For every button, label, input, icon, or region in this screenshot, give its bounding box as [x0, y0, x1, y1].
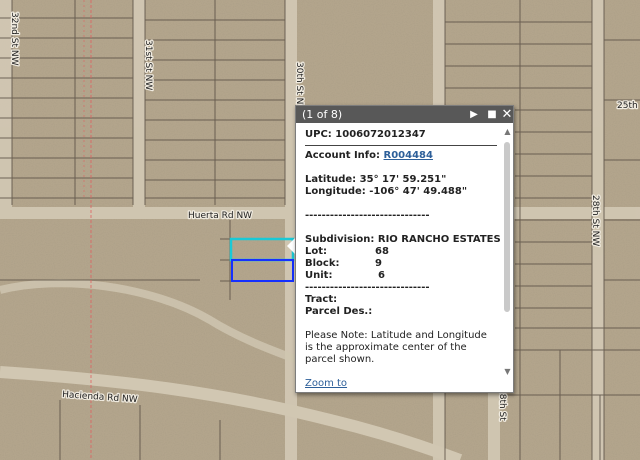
- latitude-row: Latitude: 35° 17' 59.251": [305, 174, 501, 186]
- unit-value: 6: [378, 270, 385, 281]
- block-row: Block: 9: [305, 258, 501, 270]
- upc-label: UPC:: [305, 129, 332, 140]
- street-label-28th: 28th St NW: [590, 195, 600, 246]
- lot-label: Lot:: [305, 246, 328, 257]
- street-label-31st: 31st St NW: [143, 40, 153, 90]
- subdivision-row: Subdivision: RIO RANCHO ESTATES: [305, 234, 501, 246]
- zoom-to-link[interactable]: Zoom to: [305, 378, 501, 390]
- block-value: 9: [375, 258, 382, 269]
- scroll-thumb[interactable]: [504, 142, 510, 312]
- scroll-up-icon[interactable]: ▲: [502, 127, 513, 136]
- maximize-icon[interactable]: ■: [485, 106, 499, 123]
- divider-text: ------------------------------: [305, 210, 430, 221]
- scroll-down-icon[interactable]: ▼: [502, 367, 513, 376]
- parcel-des-row: Parcel Des.:: [305, 306, 373, 317]
- next-result-icon[interactable]: ▶: [467, 106, 481, 123]
- unit-label: Unit:: [305, 270, 333, 281]
- popup-content: UPC: 1006072012347 Account Info: R004484…: [296, 123, 501, 392]
- account-link[interactable]: R004484: [384, 150, 433, 161]
- subdivision-value: RIO RANCHO ESTATES: [377, 234, 501, 245]
- tract-row: Tract:: [305, 294, 338, 305]
- street-label-25th: 25th: [617, 101, 638, 111]
- unit-row: Unit: 6: [305, 270, 501, 282]
- upc-value: 1006072012347: [335, 129, 426, 140]
- latitude-value: 35° 17' 59.251": [359, 174, 447, 185]
- street-label-huerta: Huerta Rd NW: [188, 211, 252, 221]
- popup-scrollbar[interactable]: ▲ ▼: [502, 123, 513, 392]
- upc-row: UPC: 1006072012347: [305, 129, 501, 141]
- longitude-row: Longitude: -106° 47' 49.488": [305, 186, 501, 198]
- longitude-label: Longitude:: [305, 186, 366, 197]
- account-row: Account Info: R004484: [305, 150, 501, 162]
- popup-titlebar: (1 of 8) ▶ ■ ✕: [296, 106, 513, 123]
- latitude-label: Latitude:: [305, 174, 357, 185]
- longitude-value: -106° 47' 49.488": [369, 186, 468, 197]
- coordinates-note: Please Note: Latitude and Longitude is t…: [305, 330, 487, 365]
- divider-text-2: ------------------------------: [305, 282, 430, 293]
- lot-row: Lot: 68: [305, 246, 501, 258]
- lot-value: 68: [375, 246, 389, 257]
- account-label: Account Info:: [305, 150, 381, 161]
- header-divider: [305, 145, 497, 146]
- popup-counter: (1 of 8): [302, 108, 343, 121]
- identify-popup: (1 of 8) ▶ ■ ✕ UPC: 1006072012347 Accoun…: [295, 105, 514, 393]
- subdivision-label: Subdivision:: [305, 234, 375, 245]
- block-label: Block:: [305, 258, 340, 269]
- street-label-32nd: 32nd St NW: [9, 12, 19, 66]
- close-icon[interactable]: ✕: [500, 106, 514, 123]
